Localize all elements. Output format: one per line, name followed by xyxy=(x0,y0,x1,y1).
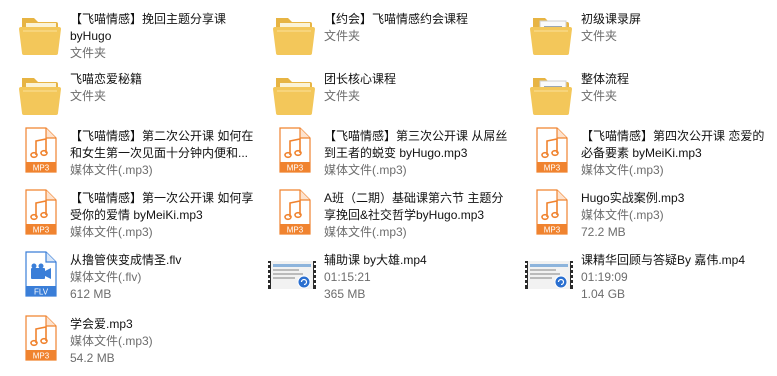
file-type: 文件夹 xyxy=(324,29,361,43)
file-type: 媒体文件(.mp3) xyxy=(70,225,153,239)
file-name: 学会爱.mp3 xyxy=(70,317,133,331)
file-size: 72.2 MB xyxy=(581,225,626,239)
mp3-badge-label: MP3 xyxy=(287,164,304,173)
file-item[interactable]: 课精华回顾与答疑By 嘉伟.mp4 01:19:09 1.04 GB xyxy=(511,245,761,303)
mp3-badge-label: MP3 xyxy=(33,226,50,235)
file-name: A班（二期）基础课第六节 主题分享挽回&社交哲学byHugo.mp3 xyxy=(324,191,504,222)
file-item[interactable]: 飞喵恋爱秘籍 文件夹 xyxy=(0,64,250,122)
file-info: Hugo实战案例.mp3 媒体文件(.mp3) 72.2 MB xyxy=(581,190,766,241)
mp3-badge-label: MP3 xyxy=(33,352,50,361)
mp3-file-icon: MP3 xyxy=(527,125,575,175)
folder-with-documents-icon xyxy=(527,68,575,118)
mp3-file-icon: MP3 xyxy=(16,313,64,363)
file-item[interactable]: 辅助课 by大雄.mp4 01:15:21 365 MB xyxy=(254,245,504,303)
file-name: 课精华回顾与答疑By 嘉伟.mp4 xyxy=(581,253,746,267)
file-name: 整体流程 xyxy=(581,72,630,86)
file-info: 团长核心课程 文件夹 xyxy=(324,71,509,105)
file-name: 【飞喵情感】第二次公开课 如何在和女生第一次见面十分钟内便和... xyxy=(70,129,254,160)
file-size: 1.04 GB xyxy=(581,287,626,301)
folder-icon xyxy=(270,68,318,118)
file-name: 【飞喵情感】第四次公开课 恋爱的必备要素 byMeiKi.mp3 xyxy=(581,129,765,160)
file-type: 文件夹 xyxy=(70,46,107,60)
file-grid: 【飞喵情感】挽回主题分享课byHugo 文件夹 【约会】飞喵情感约会课程 文件夹 初级课… xyxy=(0,0,777,376)
mp3-badge-label: MP3 xyxy=(33,164,50,173)
flv-badge-label: FLV xyxy=(34,288,49,297)
file-item[interactable]: 【约会】飞喵情感约会课程 文件夹 xyxy=(254,4,504,62)
file-name: 【飞喵情感】第三次公开课 从屌丝到王者的蜕变 byHugo.mp3 xyxy=(324,129,508,160)
mp3-badge-label: MP3 xyxy=(287,226,304,235)
file-name: 【飞喵情感】挽回主题分享课byHugo xyxy=(70,12,227,43)
file-item[interactable]: MP3 【飞喵情感】第三次公开课 从屌丝到王者的蜕变 byHugo.mp3 媒体文件… xyxy=(254,121,507,179)
file-item[interactable]: MP3 【飞喵情感】第四次公开课 恋爱的必备要素 byMeiKi.mp3 媒体文件(… xyxy=(511,121,764,179)
file-info: 【约会】飞喵情感约会课程 文件夹 xyxy=(324,11,509,45)
file-type: 文件夹 xyxy=(70,89,107,103)
file-name: 团长核心课程 xyxy=(324,72,397,86)
file-info: 学会爱.mp3 媒体文件(.mp3) 54.2 MB xyxy=(70,316,255,367)
video-thumbnail-icon xyxy=(523,249,573,299)
file-name: 【约会】飞喵情感约会课程 xyxy=(324,12,469,26)
folder-icon xyxy=(270,8,318,58)
file-item[interactable]: 团长核心课程 文件夹 xyxy=(254,64,504,122)
file-info: 【飞喵情感】挽回主题分享课byHugo 文件夹 xyxy=(70,11,255,62)
file-size: 54.2 MB xyxy=(70,351,115,365)
file-name: 辅助课 by大雄.mp4 xyxy=(324,253,427,267)
mp3-file-icon: MP3 xyxy=(16,125,64,175)
file-item[interactable]: MP3 A班（二期）基础课第六节 主题分享挽回&社交哲学byHugo.mp3 媒体文… xyxy=(254,183,504,241)
file-info: 辅助课 by大雄.mp4 01:15:21 365 MB xyxy=(324,252,509,303)
mp3-file-icon: MP3 xyxy=(16,187,64,237)
file-item[interactable]: 整体流程 文件夹 xyxy=(511,64,761,122)
file-item[interactable]: MP3 【飞喵情感】第一次公开课 如何享受你的爱情 byMeiKi.mp3 媒体文件… xyxy=(0,183,253,241)
file-name: 从撸管侠变成情圣.flv xyxy=(70,253,182,267)
file-type: 媒体文件(.mp3) xyxy=(70,163,153,177)
file-type: 媒体文件(.mp3) xyxy=(70,334,153,348)
file-type: 媒体文件(.flv) xyxy=(70,270,142,284)
file-item[interactable]: MP3 【飞喵情感】第二次公开课 如何在和女生第一次见面十分钟内便和... 媒体文件… xyxy=(0,121,253,179)
file-info: 从撸管侠变成情圣.flv 媒体文件(.flv) 612 MB xyxy=(70,252,255,303)
file-type: 文件夹 xyxy=(581,29,618,43)
file-type: 媒体文件(.mp3) xyxy=(324,225,407,239)
file-type: 媒体文件(.mp3) xyxy=(581,163,664,177)
mp3-file-icon: MP3 xyxy=(527,187,575,237)
mp3-file-icon: MP3 xyxy=(270,125,318,175)
file-name: Hugo实战案例.mp3 xyxy=(581,191,685,205)
file-type: 媒体文件(.mp3) xyxy=(324,163,407,177)
file-item[interactable]: 【飞喵情感】挽回主题分享课byHugo 文件夹 xyxy=(0,4,250,62)
file-info: A班（二期）基础课第六节 主题分享挽回&社交哲学byHugo.mp3 媒体文件(.… xyxy=(324,190,509,241)
video-thumbnail-icon xyxy=(266,249,316,299)
file-info: 课精华回顾与答疑By 嘉伟.mp4 01:19:09 1.04 GB xyxy=(581,252,766,303)
flv-file-icon: FLV xyxy=(16,249,64,299)
folder-icon xyxy=(16,8,64,58)
file-item[interactable]: FLV 从撸管侠变成情圣.flv 媒体文件(.flv) 612 MB xyxy=(0,245,250,303)
mp3-badge-label: MP3 xyxy=(544,164,561,173)
file-size: 365 MB xyxy=(324,287,366,301)
file-type: 01:19:09 xyxy=(581,270,628,284)
file-info: 【飞喵情感】第四次公开课 恋爱的必备要素 byMeiKi.mp3 媒体文件(.mp… xyxy=(581,128,766,179)
file-info: 初级课录屏 文件夹 xyxy=(581,11,766,45)
mp3-file-icon: MP3 xyxy=(270,187,318,237)
file-type: 01:15:21 xyxy=(324,270,371,284)
file-type: 文件夹 xyxy=(324,89,361,103)
file-name: 初级课录屏 xyxy=(581,12,642,26)
file-info: 【飞喵情感】第三次公开课 从屌丝到王者的蜕变 byHugo.mp3 媒体文件(.m… xyxy=(324,128,509,179)
file-size: 612 MB xyxy=(70,287,112,301)
folder-icon xyxy=(16,68,64,118)
file-info: 飞喵恋爱秘籍 文件夹 xyxy=(70,71,255,105)
file-info: 整体流程 文件夹 xyxy=(581,71,766,105)
file-type: 媒体文件(.mp3) xyxy=(581,208,664,222)
file-name: 【飞喵情感】第一次公开课 如何享受你的爱情 byMeiKi.mp3 xyxy=(70,191,254,222)
file-item[interactable]: MP3 学会爱.mp3 媒体文件(.mp3) 54.2 MB xyxy=(0,309,250,367)
file-item[interactable]: 初级课录屏 文件夹 xyxy=(511,4,761,62)
file-name: 飞喵恋爱秘籍 xyxy=(70,72,143,86)
file-info: 【飞喵情感】第二次公开课 如何在和女生第一次见面十分钟内便和... 媒体文件(.m… xyxy=(70,128,255,179)
mp3-badge-label: MP3 xyxy=(544,226,561,235)
file-info: 【飞喵情感】第一次公开课 如何享受你的爱情 byMeiKi.mp3 媒体文件(.m… xyxy=(70,190,255,241)
file-type: 文件夹 xyxy=(581,89,618,103)
file-item[interactable]: MP3 Hugo实战案例.mp3 媒体文件(.mp3) 72.2 MB xyxy=(511,183,761,241)
folder-with-documents-icon xyxy=(527,8,575,58)
